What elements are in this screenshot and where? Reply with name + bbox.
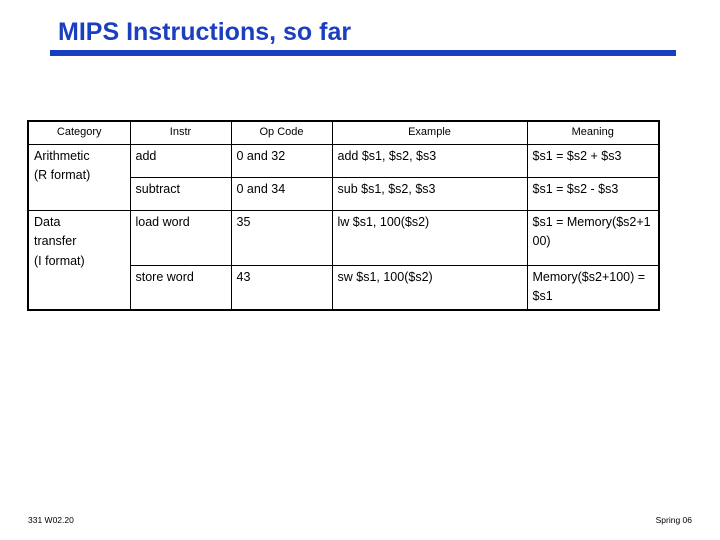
- meaning-cell: $s1 = Memory($s2+100): [526, 210, 660, 266]
- category-line-3: (I format): [34, 253, 85, 268]
- instr-cell: store word: [129, 264, 232, 311]
- instr-cell: load word: [129, 210, 232, 266]
- example-cell: lw $s1, 100($s2): [331, 210, 528, 266]
- meaning-cell: $s1 = $s2 + $s3: [526, 144, 660, 178]
- table-row: Data transfer (I format) load word 35 lw…: [27, 209, 660, 311]
- title-underline-rule: [50, 50, 676, 56]
- table-row: Arithmetic (R format) add 0 and 32 add $…: [27, 144, 660, 211]
- meaning-cell: Memory($s2+100) = $s1: [526, 264, 660, 311]
- category-line-2: (R format): [34, 168, 91, 183]
- footer-left-text: 331 W02.20: [28, 515, 74, 525]
- example-cell: add $s1, $s2, $s3: [331, 144, 528, 178]
- page-title: MIPS Instructions, so far: [58, 18, 352, 46]
- table-header: Category Instr Op Code Example Meaning: [27, 120, 660, 145]
- mips-instructions-table: Category Instr Op Code Example Meaning A…: [27, 120, 660, 311]
- opcode-cell: 43: [230, 264, 333, 311]
- opcode-cell: 0 and 32: [230, 144, 333, 178]
- category-line-2: transfer: [34, 234, 77, 249]
- column-header-meaning: Meaning: [526, 120, 660, 145]
- example-cell: sw $s1, 100($s2): [331, 264, 528, 311]
- column-header-instr: Instr: [129, 120, 232, 145]
- example-cell: sub $s1, $s2, $s3: [331, 177, 528, 211]
- opcode-cell: 0 and 34: [230, 177, 333, 211]
- table-body: Arithmetic (R format) add 0 and 32 add $…: [27, 144, 660, 311]
- column-header-category: Category: [27, 120, 131, 145]
- column-header-example: Example: [331, 120, 528, 145]
- category-cell-arithmetic: Arithmetic (R format): [27, 144, 131, 211]
- meaning-cell: $s1 = $s2 - $s3: [526, 177, 660, 211]
- column-header-opcode: Op Code: [230, 120, 333, 145]
- instr-cell: subtract: [129, 177, 232, 211]
- table-header-row: Category Instr Op Code Example Meaning: [27, 120, 660, 145]
- category-line-1: Data: [34, 215, 61, 229]
- category-cell-data-transfer: Data transfer (I format): [27, 209, 131, 311]
- instr-cell: add: [129, 144, 232, 178]
- category-line-1: Arithmetic: [34, 149, 90, 163]
- footer-right-text: Spring 06: [655, 515, 692, 525]
- opcode-cell: 35: [230, 210, 333, 266]
